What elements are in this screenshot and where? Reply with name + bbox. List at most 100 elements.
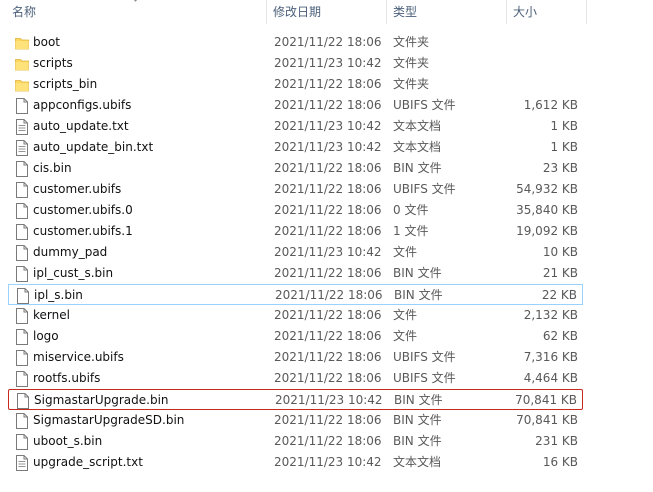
- column-divider[interactable]: [586, 0, 587, 24]
- file-name: SigmastarUpgrade.bin: [34, 393, 169, 407]
- file-icon: [15, 350, 29, 366]
- file-date: 2021/11/22 18:06: [274, 98, 382, 112]
- file-type: 文本文档: [393, 119, 442, 133]
- file-icon: [15, 266, 29, 282]
- file-type: BIN 文件: [394, 393, 443, 407]
- file-name: logo: [33, 329, 59, 343]
- file-icon: [16, 393, 30, 409]
- file-row[interactable]: SigmastarUpgradeSD.bin 2021/11/22 18:06 BI…: [8, 410, 583, 431]
- file-row[interactable]: dummy_pad 2021/11/23 10:42 文件 10 KB: [8, 242, 583, 263]
- file-type: BIN 文件: [393, 434, 442, 448]
- folder-icon: [15, 77, 29, 93]
- file-icon: [15, 98, 29, 114]
- text-file-icon: [15, 455, 29, 471]
- file-date: 2021/11/22 18:06: [274, 308, 382, 322]
- file-size: 1 KB: [550, 140, 578, 154]
- file-date: 2021/11/22 18:06: [274, 350, 382, 364]
- file-type: BIN 文件: [393, 161, 442, 175]
- file-name: scripts: [33, 56, 73, 70]
- file-size: 1 KB: [550, 119, 578, 133]
- file-name: customer.ubifs.0: [33, 203, 133, 217]
- file-row[interactable]: logo 2021/11/22 18:06 文件 62 KB: [8, 326, 583, 347]
- text-file-icon: [15, 140, 29, 156]
- file-size: 70,841 KB: [515, 393, 577, 407]
- file-date: 2021/11/22 18:06: [274, 371, 382, 385]
- file-name: upgrade_script.txt: [33, 455, 143, 469]
- file-type: 文件: [393, 245, 418, 259]
- file-row[interactable]: upgrade_script.txt 2021/11/23 10:42 文本文档 16…: [8, 452, 583, 473]
- file-name: ipl_s.bin: [34, 288, 83, 302]
- file-row[interactable]: uboot_s.bin 2021/11/22 18:06 BIN 文件 231 KB: [8, 431, 583, 452]
- file-row[interactable]: auto_update.txt 2021/11/23 10:42 文本文档 1 KB: [8, 116, 583, 137]
- file-type: UBIFS 文件: [393, 98, 456, 112]
- folder-icon: [15, 35, 29, 51]
- file-name: appconfigs.ubifs: [33, 98, 132, 112]
- column-size[interactable]: 大小: [513, 0, 537, 24]
- file-row[interactable]: customer.ubifs.0 2021/11/22 18:06 0 文件 35,8…: [8, 200, 583, 221]
- file-icon: [15, 224, 29, 240]
- column-header: 名称 修改日期 类型 大小: [0, 0, 653, 24]
- file-row[interactable]: rootfs.ubifs 2021/11/22 18:06 UBIFS 文件 4,46…: [8, 368, 583, 389]
- file-date: 2021/11/22 18:06: [274, 266, 382, 280]
- file-date: 2021/11/23 10:42: [274, 119, 382, 133]
- file-date: 2021/11/23 10:42: [274, 56, 382, 70]
- file-type: BIN 文件: [393, 266, 442, 280]
- file-size: 21 KB: [542, 266, 578, 280]
- file-name: cis.bin: [33, 161, 72, 175]
- file-name: dummy_pad: [33, 245, 108, 259]
- column-divider[interactable]: [266, 0, 267, 24]
- file-icon: [15, 371, 29, 387]
- file-date: 2021/11/22 18:06: [274, 434, 382, 448]
- file-row[interactable]: miservice.ubifs 2021/11/22 18:06 UBIFS 文件 7…: [8, 347, 583, 368]
- file-row[interactable]: auto_update_bin.txt 2021/11/23 10:42 文本文档 1…: [8, 137, 583, 158]
- file-row[interactable]: appconfigs.ubifs 2021/11/22 18:06 UBIFS 文件…: [8, 95, 583, 116]
- column-name[interactable]: 名称: [12, 0, 36, 24]
- file-name: SigmastarUpgradeSD.bin: [33, 413, 185, 427]
- file-size: 62 KB: [542, 329, 578, 343]
- column-divider[interactable]: [506, 0, 507, 24]
- file-date: 2021/11/23 10:42: [275, 393, 383, 407]
- file-type: 文件夹: [393, 35, 430, 49]
- file-date: 2021/11/22 18:06: [275, 288, 383, 302]
- column-date[interactable]: 修改日期: [273, 0, 321, 24]
- file-name: auto_update.txt: [33, 119, 129, 133]
- sort-arrow-icon: [133, 0, 138, 2]
- file-type: 文件: [393, 308, 418, 322]
- file-date: 2021/11/23 10:42: [274, 140, 382, 154]
- file-row[interactable]: ipl_cust_s.bin 2021/11/22 18:06 BIN 文件 21 K…: [8, 263, 583, 284]
- file-type: 0 文件: [393, 203, 429, 217]
- file-size: 22 KB: [541, 288, 577, 302]
- file-date: 2021/11/22 18:06: [274, 413, 382, 427]
- file-row[interactable]: kernel 2021/11/22 18:06 文件 2,132 KB: [8, 305, 583, 326]
- file-size: 54,932 KB: [516, 182, 578, 196]
- file-type: 文件: [393, 329, 418, 343]
- file-row[interactable]: scripts 2021/11/23 10:42 文件夹: [8, 53, 583, 74]
- file-row[interactable]: customer.ubifs 2021/11/22 18:06 UBIFS 文件 54…: [8, 179, 583, 200]
- file-row[interactable]: ipl_s.bin 2021/11/22 18:06 BIN 文件 22 KB: [8, 284, 583, 305]
- file-date: 2021/11/22 18:06: [274, 182, 382, 196]
- file-row[interactable]: cis.bin 2021/11/22 18:06 BIN 文件 23 KB: [8, 158, 583, 179]
- file-icon: [15, 245, 29, 261]
- file-row[interactable]: boot 2021/11/22 18:06 文件夹: [8, 32, 583, 53]
- file-row[interactable]: SigmastarUpgrade.bin 2021/11/23 10:42 BIN …: [8, 389, 583, 410]
- file-name: customer.ubifs: [33, 182, 122, 196]
- file-type: 文件夹: [393, 56, 430, 70]
- file-type: 文本文档: [393, 455, 442, 469]
- file-name: scripts_bin: [33, 77, 98, 91]
- file-icon: [15, 182, 29, 198]
- file-date: 2021/11/22 18:06: [274, 161, 382, 175]
- file-row[interactable]: scripts_bin 2021/11/22 18:06 文件夹: [8, 74, 583, 95]
- file-size: 23 KB: [542, 161, 578, 175]
- column-divider[interactable]: [386, 0, 387, 24]
- file-name: rootfs.ubifs: [33, 371, 101, 385]
- file-name: boot: [33, 35, 61, 49]
- file-icon: [15, 413, 29, 429]
- text-file-icon: [15, 119, 29, 135]
- file-size: 7,316 KB: [523, 350, 578, 364]
- file-name: kernel: [33, 308, 70, 322]
- file-size: 16 KB: [542, 455, 578, 469]
- file-row[interactable]: customer.ubifs.1 2021/11/22 18:06 1 文件 19,0…: [8, 221, 583, 242]
- file-icon: [15, 203, 29, 219]
- column-type[interactable]: 类型: [393, 0, 417, 24]
- file-date: 2021/11/22 18:06: [274, 77, 382, 91]
